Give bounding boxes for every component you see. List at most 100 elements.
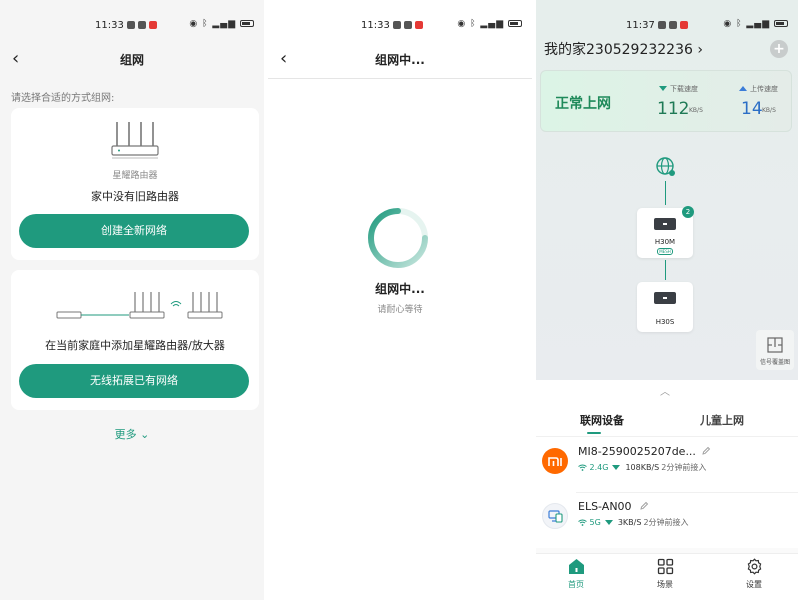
wifi-band: 5G <box>589 518 601 527</box>
globe-icon <box>656 157 675 176</box>
device-name: ELS-AN00 <box>578 500 632 513</box>
add-icon[interactable]: + <box>770 40 788 58</box>
option-card-extend-network: 在当前家庭中添加星耀路由器/放大器 无线拓展已有网络 <box>11 270 259 410</box>
chevron-down-icon: ⌄ <box>136 428 150 441</box>
header-divider <box>268 78 532 79</box>
network-status-card[interactable]: 正常上网 下载速度 112 KB/S 上传速度 14 KB/S <box>540 70 792 132</box>
download-arrow-icon <box>612 465 621 470</box>
upload-unit: KB/S <box>762 107 776 114</box>
nav-bar: ‹ 组网 <box>0 44 264 74</box>
upload-speed: 14 <box>741 99 763 119</box>
router-icon <box>654 292 676 304</box>
list-item[interactable]: ELS-AN00 5G 3KB/S 2分钟前接入 <box>536 495 798 547</box>
chevron-up-icon[interactable]: ︿ <box>660 383 670 398</box>
edit-icon[interactable] <box>640 501 649 510</box>
status-time-text: 11:33 <box>95 20 124 31</box>
status-time: 11:37 <box>626 20 688 31</box>
eye-icon: ◉ <box>723 19 733 29</box>
bluetooth-icon: ᛒ <box>202 19 209 29</box>
bottom-nav: 首页 场景 设置 <box>536 553 798 600</box>
device-rate: 3KB/S <box>617 518 642 527</box>
node-name: H30M <box>654 238 676 246</box>
mi-logo-glyph-icon <box>548 457 562 466</box>
signal-icon: ▂▄▆ <box>746 19 771 29</box>
router-caption: 星耀路由器 <box>112 171 158 181</box>
notification-icon <box>657 21 666 29</box>
screen-networking-progress: 11:33 ◉ ᛒ ▂▄▆ ‹ 组网中... 组网中... 请耐心等待 <box>268 0 532 600</box>
download-label-text: 下载速度 <box>670 85 698 93</box>
eye-icon: ◉ <box>189 19 199 29</box>
nav-label: 设置 <box>746 580 762 589</box>
chevron-right-icon: › <box>692 42 703 58</box>
status-time: 11:33 <box>95 20 157 31</box>
nav-item-scene[interactable]: 场景 <box>640 558 690 590</box>
notification-icon <box>403 21 412 29</box>
tab-kids-online[interactable]: 儿童上网 <box>700 412 744 428</box>
screen-home-dashboard: 11:37 ◉ ᛒ ▂▄▆ 我的家230529232236 › + 正常上网 下… <box>536 0 798 600</box>
floor-plan-icon <box>767 337 783 353</box>
option-card-new-network: 星耀路由器 家中没有旧路由器 创建全新网络 <box>11 108 259 260</box>
status-time-text: 11:37 <box>626 20 655 31</box>
upload-arrow-icon <box>739 86 747 91</box>
gear-icon <box>747 558 761 575</box>
download-arrow-icon <box>604 520 613 525</box>
notification-icon <box>126 21 135 29</box>
computer-icon <box>542 503 568 529</box>
floor-plan-label: 信号覆盖图 <box>759 359 790 366</box>
wifi-icon <box>578 464 587 471</box>
status-bar: 11:33 ◉ ᛒ ▂▄▆ <box>0 0 264 50</box>
notification-icon <box>668 21 677 29</box>
screen-network-setup-options: 11:33 ◉ ᛒ ▂▄▆ ‹ 组网 请选择合适的方式组网: 星耀路由器 家中没… <box>0 0 264 600</box>
node-name: H30S <box>655 318 675 326</box>
prompt-text: 请选择合适的方式组网: <box>11 93 115 104</box>
status-icons: ◉ ᛒ ▂▄▆ <box>189 19 254 29</box>
notification-icon <box>392 21 401 29</box>
create-new-network-button[interactable]: 创建全新网络 <box>19 214 249 248</box>
list-item[interactable]: MI8-2590025207de... 2.4G 108KB/S 2分钟前接入 <box>536 440 798 492</box>
connected-since: 2分钟前接入 <box>643 518 689 527</box>
battery-icon <box>240 20 254 27</box>
download-arrow-icon <box>659 86 667 91</box>
notification-icon <box>148 21 157 29</box>
page-title: 组网 <box>119 53 144 67</box>
device-name: MI8-2590025207de... <box>578 445 696 458</box>
signal-icon: ▂▄▆ <box>212 19 237 29</box>
status-time-text: 11:33 <box>361 20 390 31</box>
more-label: 更多 <box>114 428 137 441</box>
extend-existing-network-button[interactable]: 无线拓展已有网络 <box>19 364 249 398</box>
upload-label-text: 上传速度 <box>750 85 778 93</box>
device-count-badge: 2 <box>682 206 694 218</box>
notification-icon <box>137 21 146 29</box>
more-options-link[interactable]: 更多 ⌄ <box>0 426 264 442</box>
progress-title: 组网中... <box>375 282 425 296</box>
nav-label: 场景 <box>657 580 673 589</box>
connected-since: 2分钟前接入 <box>661 463 707 472</box>
home-title: 我的家230529232236 <box>544 42 693 58</box>
signal-coverage-button[interactable]: 信号覆盖图 <box>756 330 794 370</box>
nav-item-home[interactable]: 首页 <box>551 558 601 590</box>
device-rate: 108KB/S <box>625 463 660 472</box>
tab-connected-devices[interactable]: 联网设备 <box>580 412 624 428</box>
mesh-tag: MESH <box>657 248 673 255</box>
home-selector[interactable]: 我的家230529232236 › <box>544 39 703 59</box>
row-divider <box>576 492 798 493</box>
battery-icon <box>508 20 522 27</box>
monitor-glyph-icon <box>548 510 563 523</box>
download-label: 下载速度 <box>659 84 698 94</box>
bluetooth-icon: ᛒ <box>470 19 477 29</box>
signal-icon: ▂▄▆ <box>480 19 505 29</box>
bluetooth-icon: ᛒ <box>736 19 743 29</box>
edit-icon[interactable] <box>702 446 711 455</box>
nav-item-settings[interactable]: 设置 <box>729 558 779 590</box>
tabs-divider <box>536 436 798 437</box>
wifi-icon <box>578 519 587 526</box>
status-icons: ◉ ᛒ ▂▄▆ <box>457 19 522 29</box>
home-icon <box>568 559 584 574</box>
router-node-satellite[interactable]: H30S <box>637 282 693 332</box>
eye-icon: ◉ <box>457 19 467 29</box>
option-description: 家中没有旧路由器 <box>91 190 179 203</box>
notification-icon <box>679 21 688 29</box>
notification-icon <box>414 21 423 29</box>
grid-icon <box>657 558 673 575</box>
router-icon <box>654 218 676 230</box>
